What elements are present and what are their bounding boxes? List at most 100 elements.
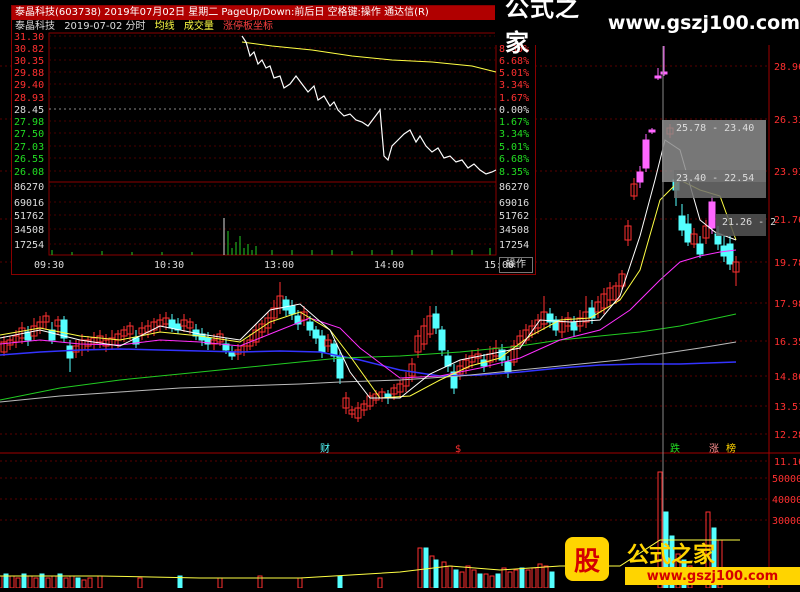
vol-tick-label: 500000: [772, 474, 800, 485]
candle-body: [696, 243, 704, 255]
volume-bar: [51, 575, 57, 589]
event-marker: 涨: [709, 443, 719, 455]
volume-bar: [423, 547, 429, 589]
price-tick-label: 26.33: [774, 115, 800, 126]
price-tick-label: 19.78: [774, 258, 800, 269]
popup-pct-label: 5.01%: [499, 142, 529, 153]
popup-price-line: [241, 35, 497, 175]
volume-bar: [501, 567, 507, 589]
popup-time-label: 10:30: [154, 260, 184, 271]
volume-bar: [297, 577, 303, 589]
volume-bar: [27, 575, 33, 589]
volume-bar: [429, 555, 435, 589]
popup-vol-label-right: 34508: [499, 225, 529, 236]
volume-bar: [531, 567, 537, 589]
volume-bar: [75, 577, 81, 589]
candle-body: [438, 329, 446, 351]
popup-pct-label: 3.34%: [499, 80, 529, 91]
price-tick-label: 13.51: [774, 402, 800, 413]
popup-price-label: 29.40: [14, 80, 44, 91]
popup-price-label: 27.98: [14, 117, 44, 128]
watermark-top-text: 公式之家: [505, 0, 580, 57]
candle-body: [336, 355, 344, 379]
popup-pct-label: 1.67%: [499, 117, 529, 128]
popup-price-label: 28.93: [14, 93, 44, 104]
volume-bar: [81, 579, 87, 589]
price-tick-label: 12.28: [774, 430, 800, 441]
volume-bar: [477, 573, 483, 589]
popup-vol-label: 34508: [14, 225, 44, 236]
ma-green-line: [0, 313, 737, 401]
event-marker: 榜: [726, 442, 736, 455]
price-tick-label: 14.86: [774, 372, 800, 383]
volume-bar: [15, 577, 21, 589]
volume-bar: [63, 577, 69, 589]
volume-bar: [217, 577, 223, 589]
popup-vol-label-right: 17254: [499, 240, 529, 251]
popup-time-label: 13:00: [264, 260, 294, 271]
candle-body: [48, 329, 56, 341]
candle-body: [312, 329, 320, 339]
volume-bar: [433, 559, 439, 589]
popup-price-label: 30.82: [14, 44, 44, 55]
popup-operate-button[interactable]: 操作: [499, 257, 533, 273]
volume-bar: [441, 561, 447, 589]
popup-pct-label: 8.35%: [499, 167, 529, 178]
popup-pct-label: 3.34%: [499, 129, 529, 140]
candle-body: [708, 201, 716, 229]
popup-price-label: 28.45: [14, 105, 44, 116]
popup-price-label: 26.08: [14, 167, 44, 178]
price-range-label: 25.78 - 23.40: [676, 123, 754, 134]
volume-bar: [45, 577, 51, 589]
volume-bar: [489, 575, 495, 589]
popup-vol-label: 51762: [14, 211, 44, 222]
popup-price-label: 26.55: [14, 154, 44, 165]
popup-vol-label: 69016: [14, 198, 44, 209]
watermark-bottom-text: 公式之家: [627, 543, 716, 568]
popup-price-label: 27.50: [14, 129, 44, 140]
candle-body: [642, 139, 650, 169]
ma-blue-line: [0, 348, 737, 377]
volume-bar: [377, 577, 383, 589]
candle-body: [282, 299, 290, 311]
volume-bar: [465, 565, 471, 589]
popup-plot-frame: [48, 32, 497, 256]
intraday-popup[interactable]: 泰晶科技(603738) 2019年07月02日 星期二 PageUp/Down…: [11, 5, 536, 275]
volume-bar: [87, 577, 93, 589]
candle-body: [648, 129, 656, 133]
popup-avg-line: [241, 41, 497, 73]
candle-body: [66, 345, 74, 359]
event-marker: 跌: [670, 442, 680, 455]
popup-pct-label: 0.00%: [499, 105, 529, 116]
volume-bar: [543, 565, 549, 589]
price-tick-label: 17.98: [774, 299, 800, 310]
volume-bar: [97, 575, 103, 589]
candle-body: [318, 335, 326, 353]
vol-tick-label: 400000: [772, 495, 800, 506]
popup-pct-label: 1.67%: [499, 93, 529, 104]
volume-bar: [33, 577, 39, 589]
candle-body: [432, 313, 440, 329]
volume-bar: [549, 571, 555, 589]
event-marker: $: [455, 444, 461, 455]
popup-price-label: 27.03: [14, 142, 44, 153]
intraday-chart: 31.309.98%30.828.35%30.356.68%29.885.01%…: [14, 32, 529, 271]
price-tick-label: 21.76: [774, 215, 800, 226]
volume-bar: [69, 575, 75, 589]
popup-price-label: 30.35: [14, 56, 44, 67]
popup-vol-label-right: 86270: [499, 182, 529, 193]
volume-bar: [9, 575, 15, 589]
popup-vol-label: 86270: [14, 182, 44, 193]
price-tick-label: 28.96: [774, 62, 800, 73]
volume-bar: [471, 569, 477, 589]
candle-body: [678, 215, 686, 231]
candle-body: [726, 243, 734, 265]
price-range-label: 23.40 - 22.54: [676, 173, 754, 184]
volume-bar: [453, 569, 459, 589]
volume-bar: [0, 575, 3, 589]
candle-body: [570, 321, 578, 331]
watermark-bottom-url: www.gszj100.com: [625, 567, 800, 585]
price-tick-label: 11.16: [774, 457, 800, 468]
candle-body: [660, 71, 668, 75]
popup-time-label: 09:30: [34, 260, 64, 271]
